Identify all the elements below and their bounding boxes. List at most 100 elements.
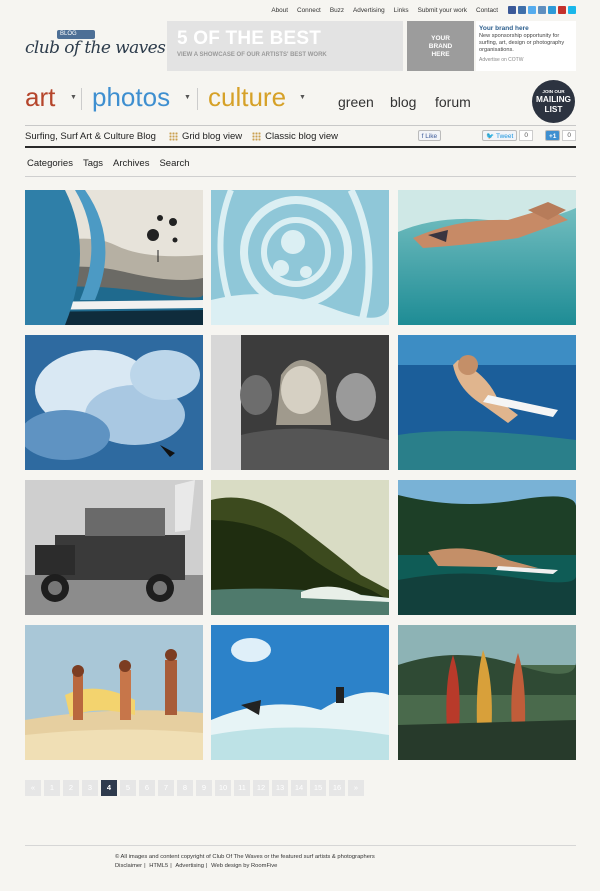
page-link[interactable]: 14 <box>291 780 307 796</box>
nav-divider <box>197 88 198 110</box>
page-link[interactable]: 13 <box>272 780 288 796</box>
share-buttons: f Like 🐦 Tweet 0 +1 0 <box>414 130 576 141</box>
cat-nav-archives[interactable]: Archives <box>113 158 149 169</box>
tile-underwater-bikini[interactable] <box>398 190 576 325</box>
page-link[interactable]: 10 <box>215 780 231 796</box>
tile-surfer-on-wave[interactable] <box>211 625 389 760</box>
top-nav-buzz[interactable]: Buzz <box>330 7 344 14</box>
footer-divider <box>25 845 576 846</box>
tile-surfboards-painting[interactable] <box>398 625 576 760</box>
top-nav-advertising[interactable]: Advertising <box>353 7 385 14</box>
top-nav-connect[interactable]: Connect <box>297 7 321 14</box>
cat-nav-tags[interactable]: Tags <box>83 158 103 169</box>
tile-vintage-car[interactable] <box>25 480 203 615</box>
facebook-like-button[interactable]: f Like <box>417 130 442 141</box>
showcase-subtitle: VIEW A SHOWCASE OF OUR ARTISTS' BEST WOR… <box>177 52 327 58</box>
copyright-text: © All images and content copyright of Cl… <box>115 854 375 860</box>
pagination-prev[interactable]: « <box>25 780 41 796</box>
tile-coastal-cliff[interactable] <box>211 480 389 615</box>
tweet-count: 0 <box>519 130 533 141</box>
nav-divider <box>81 88 82 110</box>
vimeo-icon[interactable] <box>568 6 576 14</box>
grid-view-link[interactable]: Grid blog view <box>168 131 243 142</box>
pagination-next[interactable]: » <box>348 780 364 796</box>
nav-green[interactable]: green <box>338 94 374 110</box>
page-link[interactable]: 5 <box>120 780 136 796</box>
site-logo[interactable]: BLOG club of the waves <box>25 30 166 66</box>
art-dropdown-icon[interactable]: ▼ <box>70 94 77 101</box>
footer-sep: | <box>170 863 174 869</box>
category-nav: Categories Tags Archives Search <box>27 158 200 169</box>
footer-link-disclaimer[interactable]: Disclaimer <box>115 863 142 869</box>
google-plus-button[interactable]: +1 <box>544 130 561 141</box>
grid-view-label: Grid blog view <box>181 131 243 142</box>
like-label: Like <box>425 133 438 140</box>
rss-icon[interactable] <box>548 6 556 14</box>
nav-culture[interactable]: culture <box>208 82 286 113</box>
brand-line-2: BRAND <box>428 43 453 50</box>
page-link[interactable]: 15 <box>310 780 326 796</box>
logo-text: club of the waves <box>25 38 166 58</box>
showcase-title: 5 OF THE BEST <box>177 28 322 49</box>
page-link[interactable]: 3 <box>82 780 98 796</box>
delicious-icon[interactable] <box>518 6 526 14</box>
top-nav-links[interactable]: Links <box>394 7 409 14</box>
footer-sep: | <box>206 863 210 869</box>
youtube-icon[interactable] <box>558 6 566 14</box>
page-link[interactable]: 7 <box>158 780 174 796</box>
tweet-label: Tweet <box>495 133 514 140</box>
divider <box>25 125 576 126</box>
tile-three-surfers-painting[interactable] <box>25 625 203 760</box>
brand-line-3: HERE <box>431 51 450 58</box>
page-link[interactable]: 12 <box>253 780 269 796</box>
culture-dropdown-icon[interactable]: ▼ <box>299 94 306 101</box>
tile-breaking-wave[interactable] <box>25 335 203 470</box>
main-nav: art ▼ photos ▼ culture ▼ green blog foru… <box>25 82 576 118</box>
page-link[interactable]: 6 <box>139 780 155 796</box>
divider-thick <box>25 146 576 148</box>
page-link[interactable]: 16 <box>329 780 345 796</box>
cat-nav-categories[interactable]: Categories <box>27 158 73 169</box>
footer-sep: | <box>144 863 148 869</box>
showcase-banner[interactable]: 5 OF THE BEST VIEW A SHOWCASE OF OUR ART… <box>167 21 403 71</box>
footer: © All images and content copyright of Cl… <box>115 853 375 871</box>
flickr-icon[interactable] <box>538 6 546 14</box>
tile-underwater-surfer[interactable] <box>398 335 576 470</box>
page-link-current: 4 <box>101 780 117 796</box>
tile-palm-paddler[interactable] <box>398 480 576 615</box>
mailing-line-2: MAILING <box>535 94 572 104</box>
nav-blog[interactable]: blog <box>390 94 416 110</box>
page-link[interactable]: 2 <box>63 780 79 796</box>
page-link[interactable]: 11 <box>234 780 250 796</box>
photos-dropdown-icon[interactable]: ▼ <box>184 94 191 101</box>
footer-link-roomfive[interactable]: Web design by RoomFive <box>211 863 277 869</box>
brand-here-box[interactable]: YOUR BRAND HERE <box>407 21 474 71</box>
tile-blue-pattern-art[interactable] <box>211 190 389 325</box>
mailing-line-3: LIST <box>544 103 563 114</box>
advertise-link[interactable]: Advertise on COTW <box>479 57 573 63</box>
footer-link-advertising[interactable]: Advertising <box>175 863 204 869</box>
divider <box>25 176 576 177</box>
page-link[interactable]: 8 <box>177 780 193 796</box>
classic-view-link[interactable]: Classic blog view <box>252 131 338 142</box>
top-nav-submit-work[interactable]: Submit your work <box>418 7 467 14</box>
page-link[interactable]: 9 <box>196 780 212 796</box>
nav-art[interactable]: art <box>25 82 55 113</box>
cat-nav-search[interactable]: Search <box>159 158 189 169</box>
grid-view-icon <box>168 132 178 141</box>
sponsor-title: Your brand here <box>479 25 529 32</box>
footer-link-html5[interactable]: HTML5 <box>149 863 168 869</box>
brand-line-1: YOUR <box>431 35 450 42</box>
top-nav-about[interactable]: About <box>271 7 288 14</box>
tile-laughing-girls[interactable] <box>211 335 389 470</box>
page-link[interactable]: 1 <box>44 780 60 796</box>
top-nav-contact[interactable]: Contact <box>476 7 498 14</box>
tile-wave-painting[interactable] <box>25 190 203 325</box>
plus-count: 0 <box>562 130 576 141</box>
twitter-icon[interactable] <box>528 6 536 14</box>
nav-forum[interactable]: forum <box>435 94 471 110</box>
tweet-button[interactable]: 🐦 Tweet <box>482 130 518 141</box>
facebook-icon[interactable] <box>508 6 516 14</box>
nav-photos[interactable]: photos <box>92 82 170 113</box>
mailing-list-button[interactable]: JOIN OUR MAILING LIST <box>532 80 575 123</box>
